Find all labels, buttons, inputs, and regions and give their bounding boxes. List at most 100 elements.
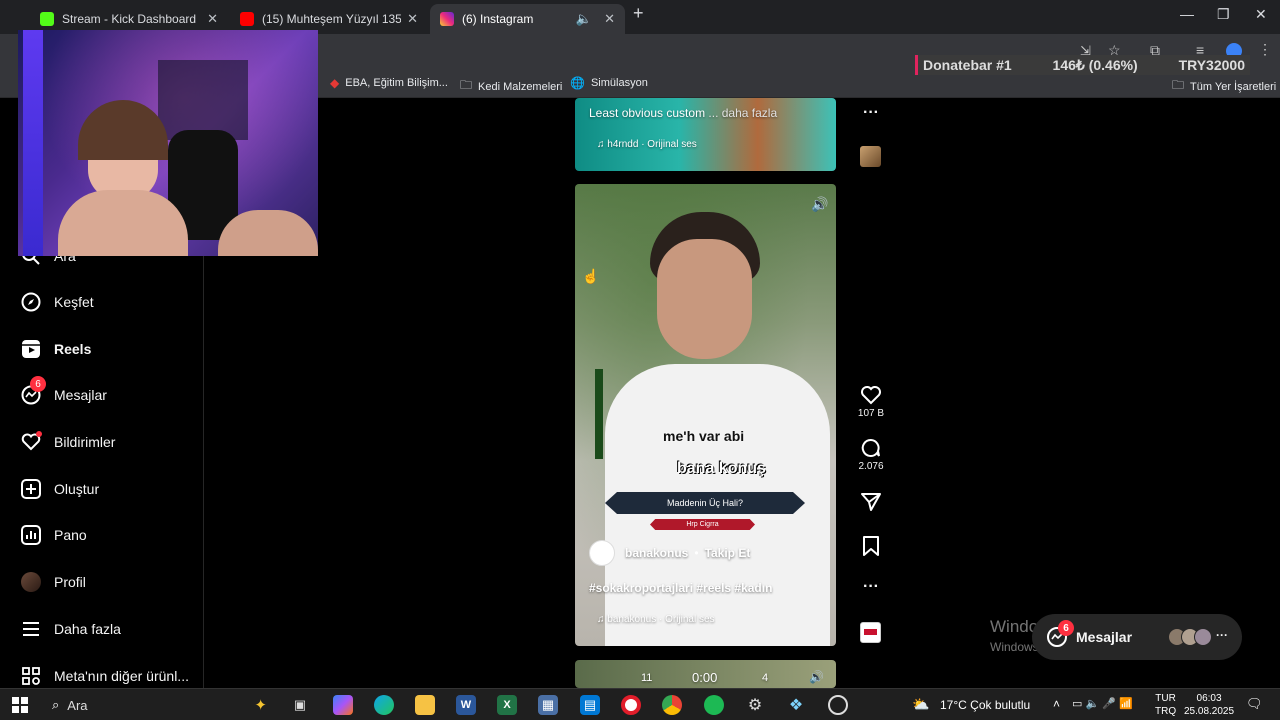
notification-badge: 6 [30,376,46,392]
opera-icon[interactable] [621,695,641,715]
sidebar-item-bildirimler[interactable]: Bildirimler [20,431,115,453]
bookmark-all[interactable]: 🗀 Tüm Yer İşaretleri [1172,76,1276,97]
new-tab-button[interactable]: + [633,3,644,24]
comment-count: 2.076 [858,461,884,472]
more-icon: ··· [1216,628,1228,642]
sidebar-item-meta-apps[interactable]: Meta'nın diğer ürünl... [20,665,189,687]
person-face [657,239,752,359]
save-button[interactable] [855,536,887,559]
tab-instagram[interactable]: (6) Instagram 🔈 ✕ [430,4,625,34]
bookmark-label: Tüm Yer İşaretleri [1190,80,1277,93]
speaker-icon[interactable]: 🔈 [576,11,592,27]
sidebar-item-kesfet[interactable]: Keşfet [20,291,94,313]
audio-thumbnail[interactable] [860,146,881,167]
brand-logo: bana konuş [677,460,766,477]
edge-icon[interactable] [374,695,394,715]
audio-thumbnail[interactable] [860,622,881,643]
spotify-icon[interactable] [704,695,724,715]
reels-icon [20,338,42,360]
reel-audio[interactable]: ♫ banakonus · Orijinal ses [597,614,715,625]
comment-button[interactable]: 2.076 [855,438,887,472]
send-icon [861,493,881,511]
sidebar-item-olustur[interactable]: Oluştur [20,478,99,500]
reel-previous[interactable]: Least obvious custom ... daha fazla ♫ h4… [575,98,836,171]
sidebar-item-label: Reels [54,341,92,357]
bookmark-eba[interactable]: ◆ EBA, Eğitim Bilişim... [330,76,448,90]
follow-button[interactable]: Takip Et [705,546,751,560]
messenger-icon: 6 [20,376,46,406]
donate-title: Donatebar #1 [923,57,1012,73]
maximize-button[interactable]: ❐ [1217,6,1230,23]
taskbar-search[interactable]: ⌕ Ara ✦ [40,693,275,717]
word-icon[interactable]: W [456,695,476,715]
app-icon[interactable]: ❖ [786,695,806,715]
tray-icons[interactable]: ▭ 🔈 🎤 📶 [1072,697,1133,710]
folder-icon: 🗀 [460,78,473,92]
notification-dot [36,431,42,437]
author-name[interactable]: banakonus [625,546,688,560]
settings-gear-icon[interactable]: ⚙ [745,695,765,715]
led-light [23,30,43,256]
chrome-icon[interactable] [662,695,682,715]
more-options-icon[interactable]: ··· [855,104,887,122]
language-indicator[interactable]: TUR TRQ [1155,692,1176,718]
excel-icon[interactable]: X [497,695,517,715]
reel-caption[interactable]: #sokakroportajlari #reels #kadın [589,581,772,595]
reel-next[interactable]: 11 0:00 4 🔊 [575,660,836,688]
instagram-icon [440,12,454,26]
sidebar-item-reels[interactable]: Reels [20,338,91,360]
tab-title: (15) Muhteşem Yüzyıl 135. Bölü [262,12,402,26]
comment-icon [861,438,880,457]
heart-icon [20,431,42,453]
reel-author-row: banakonus • Takip Et [589,540,750,566]
chevron-up-icon[interactable]: ˄ [1053,697,1060,711]
separator-dot: • [694,546,699,560]
like-button[interactable]: 107 B [855,385,887,419]
browser-tab-strip: Stream - Kick Dashboard ✕ (15) Muhteşem … [0,0,1280,34]
file-explorer-icon[interactable] [415,695,435,715]
quiz-answer: Hrp Cigrra [686,521,719,528]
calculator-icon[interactable]: ▦ [538,695,558,715]
webcam-overlay [18,30,318,256]
sidebar-item-label: Mesajlar [54,387,107,403]
sidebar-item-daha-fazla[interactable]: Daha fazla [20,618,121,640]
close-icon[interactable]: ✕ [407,11,418,27]
avatar [20,571,42,593]
reel-current[interactable]: 🔊 me'h var abi bana konuş Maddenin Üç Ha… [575,184,836,646]
kebab-menu-icon[interactable]: ⋮ [1258,41,1272,58]
close-window-button[interactable]: ✕ [1255,6,1267,23]
close-icon[interactable]: ✕ [207,11,218,27]
obs-icon[interactable] [828,695,848,715]
kick-icon [40,12,54,26]
donate-bar: Donatebar #1 146₺ (0.46%) TRY32000 [915,55,1250,75]
sidebar-item-label: Oluştur [54,481,100,497]
bookmark-simulasyon[interactable]: 🌐 Simülasyon [570,76,648,90]
messages-pill[interactable]: 6 Mesajlar ··· [1032,614,1242,660]
globe-icon: 🌐 [570,76,585,90]
store-icon[interactable]: ▤ [580,695,600,715]
sidebar-item-pano[interactable]: Pano [20,524,87,546]
windows-start-icon[interactable] [10,695,30,715]
clock[interactable]: 06:03 25.08.2025 [1184,692,1234,718]
speaker-icon[interactable]: 🔊 [809,670,824,684]
minimize-button[interactable]: — [1180,6,1194,22]
notification-center-icon[interactable]: 🗨 [1246,696,1263,712]
conversation-avatars: ··· [1168,628,1228,646]
reel-audio[interactable]: ♫ h4rndd · Orijinal ses [597,139,697,150]
more-link[interactable]: ... daha fazla [708,106,777,120]
weather-text[interactable]: 17°C Çok bulutlu [940,698,1030,712]
sidebar-item-label: Pano [54,527,87,543]
weather-cloud-icon: ⛅ [912,696,930,712]
author-avatar[interactable] [589,540,615,566]
speaker-icon[interactable]: 🔊 [811,196,828,213]
close-icon[interactable]: ✕ [604,11,615,27]
sidebar-item-mesajlar[interactable]: 6 Mesajlar [20,376,107,406]
search-icon: ⌕ [52,697,60,712]
bookmark-kedi[interactable]: 🗀 Kedi Malzemeleri [460,76,562,97]
share-button[interactable] [855,492,887,515]
quiz-question: Maddenin Üç Hali? [666,498,744,508]
copilot-icon[interactable] [333,695,353,715]
more-options-icon[interactable]: ··· [855,578,887,596]
task-view-icon[interactable]: ▣ [290,695,310,715]
sidebar-item-profil[interactable]: Profil [20,571,86,593]
